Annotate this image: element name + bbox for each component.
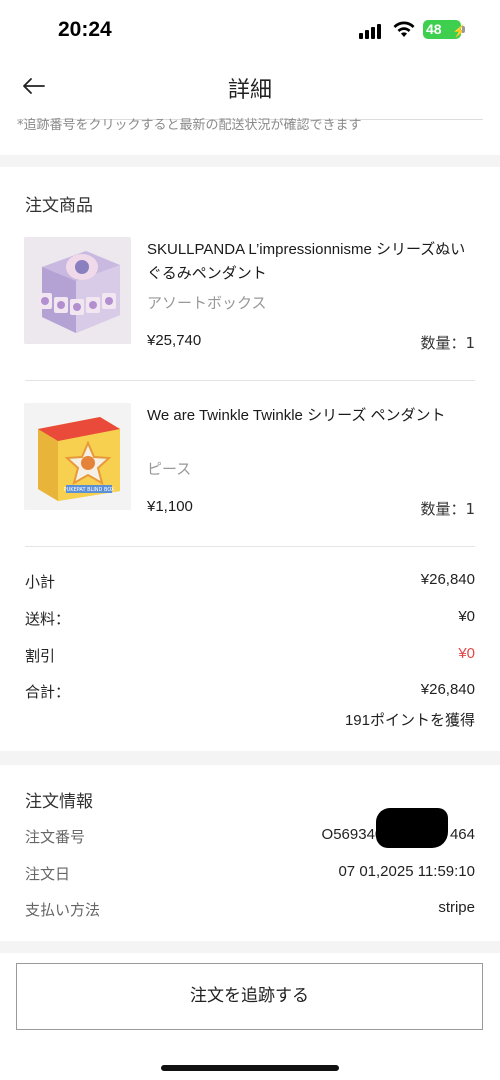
ordered-products-card: 注文商品 SKULLPANDA L’impressionnisme シリーズぬい… bbox=[0, 167, 500, 751]
payment-method-label: 支払い方法 bbox=[25, 901, 101, 919]
product-image-twinkle[interactable]: PUKEPAT BLIND BOX bbox=[24, 403, 131, 510]
page-title: 詳細 bbox=[227, 78, 272, 103]
status-time: 20:24 bbox=[58, 18, 112, 41]
track-order-button[interactable]: 注文を追跡する bbox=[16, 963, 483, 1030]
product-quantity: 数量：1 bbox=[420, 334, 475, 352]
home-indicator bbox=[161, 1065, 339, 1071]
payment-method-value: stripe bbox=[438, 899, 475, 916]
product-variant: アソートボックス bbox=[147, 294, 267, 312]
cellular-signal-icon bbox=[359, 21, 385, 39]
battery-icon: 48 ⚡ bbox=[423, 20, 467, 39]
order-info-title: 注文情報 bbox=[25, 792, 93, 812]
order-info-card: 注文情報 注文番号 O569340768 464 注文日 07 01,2025 … bbox=[0, 765, 500, 941]
product-name[interactable]: SKULLPANDA L’impressionnisme シリーズぬいぐるみペン… bbox=[147, 238, 477, 286]
battery-tip bbox=[462, 26, 465, 33]
discount-label: 割引 bbox=[25, 647, 56, 665]
product-price: ¥25,740 bbox=[147, 332, 202, 349]
redaction-mark bbox=[376, 808, 448, 848]
box-label: PUKEPAT BLIND BOX bbox=[64, 487, 115, 493]
product-divider bbox=[25, 380, 475, 381]
status-bar: 20:24 48 ⚡ bbox=[0, 0, 500, 62]
tracking-note-area: *追跡番号をクリックすると最新の配送状況が確認できます bbox=[0, 112, 500, 155]
shipping-label: 送料： bbox=[25, 610, 71, 628]
shipping-value: ¥0 bbox=[458, 608, 475, 625]
order-date-value: 07 01,2025 11:59:10 bbox=[338, 863, 475, 880]
bottom-bar: 注文を追跡する bbox=[0, 953, 500, 1080]
products-section-title: 注文商品 bbox=[25, 196, 93, 216]
tracking-note: *追跡番号をクリックすると最新の配送状況が確認できます bbox=[17, 118, 362, 133]
product-price: ¥1,100 bbox=[147, 498, 193, 515]
wifi-icon bbox=[393, 21, 415, 37]
subtotal-value: ¥26,840 bbox=[420, 571, 475, 588]
points-earned: 191ポイントを獲得 bbox=[344, 712, 475, 729]
product-quantity: 数量：1 bbox=[420, 500, 475, 518]
total-label: 合計： bbox=[25, 683, 71, 701]
subtotal-label: 小計 bbox=[25, 573, 56, 591]
discount-value: ¥0 bbox=[458, 645, 475, 662]
twinkle-box-illustration: PUKEPAT BLIND BOX bbox=[24, 403, 131, 510]
product-name[interactable]: We are Twinkle Twinkle シリーズ ペンダント bbox=[147, 404, 477, 428]
product-image-skullpanda[interactable] bbox=[24, 237, 131, 344]
header: 詳細 bbox=[0, 62, 500, 112]
skullpanda-box-illustration bbox=[24, 237, 131, 344]
summary-divider bbox=[25, 546, 475, 547]
product-variant: ピース bbox=[147, 460, 192, 478]
order-date-label: 注文日 bbox=[25, 865, 71, 883]
total-value: ¥26,840 bbox=[420, 681, 475, 698]
battery-level: 48 bbox=[426, 21, 442, 37]
order-number-label: 注文番号 bbox=[25, 828, 86, 846]
